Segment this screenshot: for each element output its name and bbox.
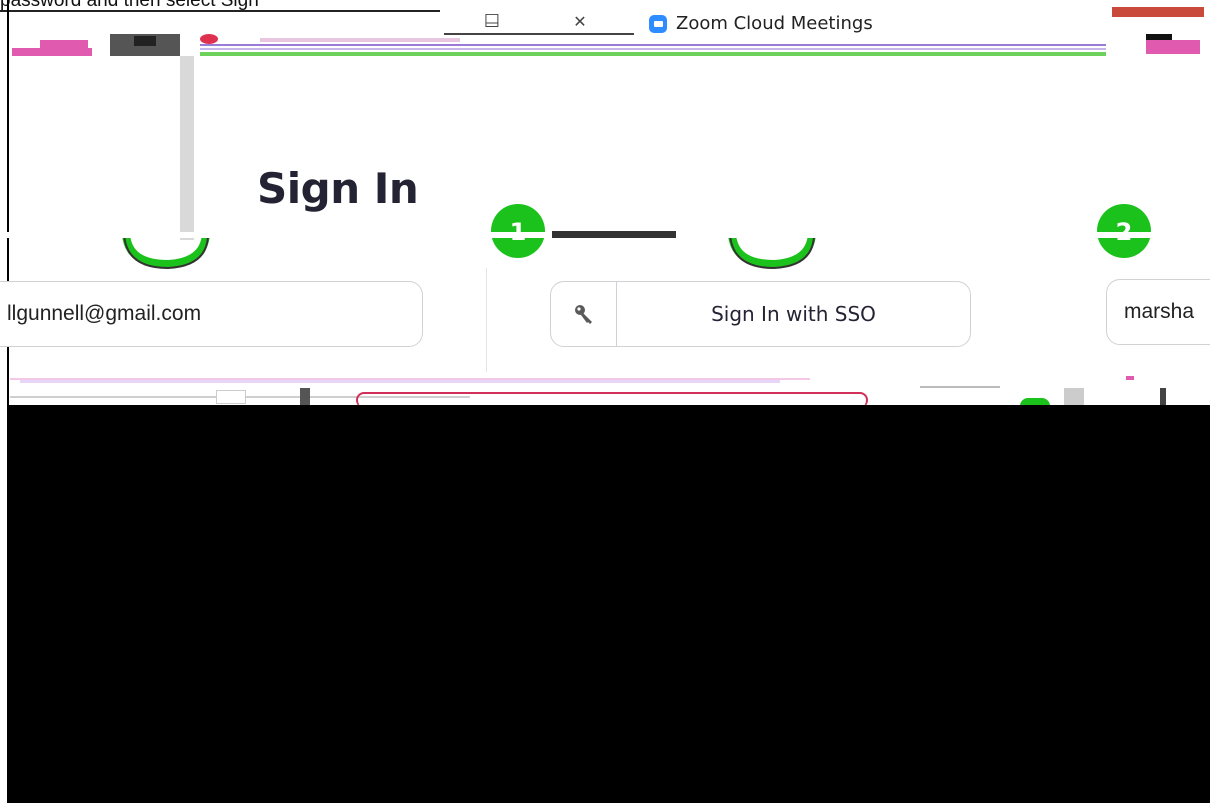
glitch-band	[0, 34, 1210, 58]
email-field[interactable]: llgunnell@gmail.com	[0, 281, 423, 347]
side-scroll-strip	[180, 56, 194, 240]
sso-button-label: Sign In with SSO	[711, 302, 876, 326]
right-field[interactable]: marsha	[1106, 279, 1210, 345]
page-title: Sign In	[257, 164, 419, 213]
maximize-button[interactable]: ☐	[468, 8, 516, 34]
vertical-divider	[486, 268, 487, 372]
zoom-camera-icon	[649, 15, 667, 33]
right-field-value: marsha	[1124, 300, 1195, 323]
close-hover-highlight	[1112, 7, 1204, 17]
email-value: llgunnell@gmail.com	[7, 302, 202, 325]
key-icon	[551, 282, 617, 346]
step-badge-2: 2	[1097, 204, 1151, 258]
sso-sign-in-button[interactable]: Sign In with SSO	[550, 281, 971, 347]
window-title: Zoom Cloud Meetings	[676, 13, 873, 33]
caption-underline	[0, 10, 440, 12]
step-badge-1: 1	[491, 204, 545, 258]
tooltip-bar	[552, 231, 676, 238]
close-button[interactable]: ✕	[560, 8, 600, 34]
blacked-out-region	[8, 405, 1210, 803]
glitch-row	[0, 372, 1210, 405]
